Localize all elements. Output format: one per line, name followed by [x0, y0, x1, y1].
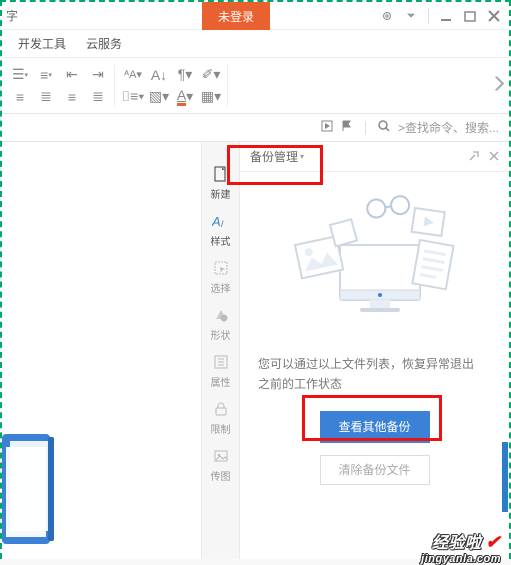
- backup-message: 您可以通过以上文件列表，恢复异常退出 之前的工作状态: [240, 354, 509, 405]
- line-spacing-icon[interactable]: ⌷≡▾: [123, 87, 143, 107]
- props-icon: [211, 352, 231, 372]
- tab-cloud[interactable]: 云服务: [86, 35, 122, 52]
- svg-text:A: A: [212, 214, 221, 229]
- shape-icon: [211, 305, 231, 325]
- sidebar-item-legend[interactable]: 传图: [211, 446, 231, 483]
- scroll-indicator[interactable]: [502, 442, 508, 512]
- clear-backup-button[interactable]: 清除备份文件: [320, 455, 430, 485]
- title-bar: 字 未登录: [2, 2, 509, 30]
- format-tools-icon[interactable]: ✐▾: [201, 65, 221, 85]
- login-button[interactable]: 未登录: [202, 2, 270, 30]
- indent-increase-icon[interactable]: ⇥: [88, 65, 108, 85]
- sidebar-item-props[interactable]: 属性: [211, 352, 231, 389]
- tab-dev-tools[interactable]: 开发工具: [18, 35, 66, 52]
- align-justify-icon[interactable]: ≣: [88, 87, 108, 107]
- close-panel-icon[interactable]: [489, 150, 499, 164]
- maximize-icon[interactable]: [463, 9, 477, 23]
- backup-panel: 备份管理 ▾: [240, 142, 509, 559]
- new-icon: [211, 164, 231, 184]
- ribbon-tabs: 开发工具 云服务: [2, 30, 509, 58]
- align-center-icon[interactable]: ≣: [36, 87, 56, 107]
- align-right-icon[interactable]: ≡: [62, 87, 82, 107]
- quick-access-bar: >查找命令、搜索...: [2, 114, 509, 142]
- caret-down-icon[interactable]: [404, 9, 418, 23]
- search-input[interactable]: >查找命令、搜索...: [398, 119, 499, 136]
- font-color-icon[interactable]: A▾: [175, 87, 195, 107]
- sidebar-item-limit[interactable]: 限制: [211, 399, 231, 436]
- view-other-backup-button[interactable]: 查看其他备份: [320, 411, 430, 443]
- select-icon: [211, 258, 231, 278]
- bullets-icon[interactable]: ☰▾: [10, 65, 30, 85]
- ribbon-toolbar: ☰▾ ≡▾ ⇤ ⇥ ≡ ≣ ≡ ≣ ᴬA▾ A↓ ¶▾ ✐▾ ⌷≡▾ ▧▾ A▾…: [2, 58, 509, 114]
- backup-illustration: [275, 190, 475, 340]
- detach-icon[interactable]: [469, 150, 479, 164]
- watermark: 经验啦 ✔ jingyanla.com: [432, 529, 501, 553]
- borders-icon[interactable]: ▦▾: [201, 87, 221, 107]
- align-left-icon[interactable]: ≡: [10, 87, 30, 107]
- search-icon[interactable]: [378, 120, 390, 135]
- sidebar-item-select[interactable]: 选择: [211, 258, 231, 295]
- minimize-icon[interactable]: [439, 9, 453, 23]
- shading-icon[interactable]: ▧▾: [149, 87, 169, 107]
- check-icon: ✔: [485, 532, 501, 553]
- title-text: 字: [6, 7, 18, 24]
- lock-icon: [211, 399, 231, 419]
- task-pane-tabs: 新建 A/ 样式 选择 形状 属性 限制 传图: [202, 142, 240, 559]
- sort-icon[interactable]: A↓: [149, 65, 169, 85]
- play-icon[interactable]: [321, 120, 333, 135]
- sidebar-item-style[interactable]: A/ 样式: [211, 211, 231, 248]
- svg-text:/: /: [221, 219, 224, 229]
- sidebar-item-shape[interactable]: 形状: [211, 305, 231, 342]
- document-area: [2, 142, 202, 559]
- backup-title[interactable]: 备份管理 ▾: [250, 148, 304, 165]
- style-icon: A/: [211, 211, 231, 231]
- skin-icon[interactable]: [380, 9, 394, 23]
- paragraph-mark-icon[interactable]: ¶▾: [175, 65, 195, 85]
- flag-icon[interactable]: [341, 120, 353, 135]
- ribbon-expand-icon[interactable]: [495, 76, 505, 95]
- close-icon[interactable]: [487, 9, 501, 23]
- image-upload-icon: [211, 446, 231, 466]
- sidebar-item-new[interactable]: 新建: [211, 164, 231, 201]
- indent-decrease-icon[interactable]: ⇤: [62, 65, 82, 85]
- numbering-icon[interactable]: ≡▾: [36, 65, 56, 85]
- folder-icon: [2, 429, 62, 549]
- font-size-icon[interactable]: ᴬA▾: [123, 65, 143, 85]
- caret-down-icon: ▾: [300, 152, 304, 161]
